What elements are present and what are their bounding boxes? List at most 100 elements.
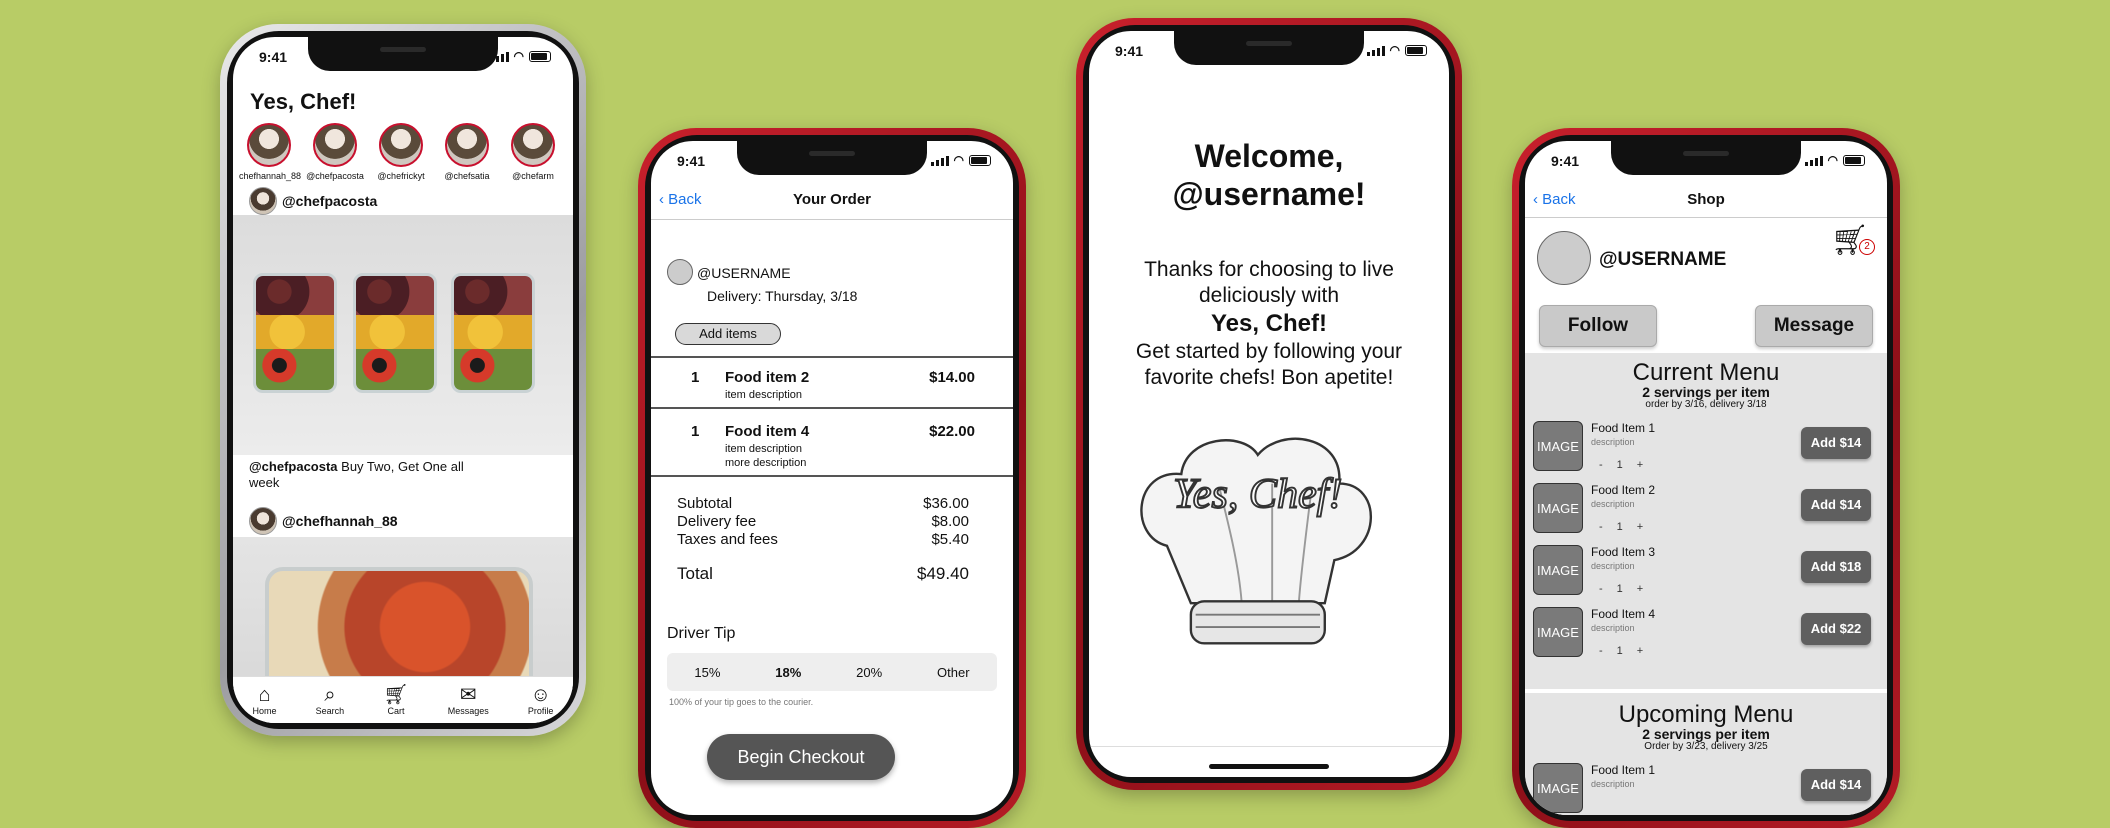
story-name: @chefsatia [444, 171, 490, 181]
signal-icon [490, 52, 509, 62]
item-image[interactable]: IMAGE [1533, 483, 1583, 533]
stories-row: chefhannah_88 @chefpacosta @chefrickyt @… [239, 123, 563, 181]
quantity-stepper[interactable]: - 1 + [1599, 459, 1643, 471]
avatar [247, 123, 291, 167]
plus-icon[interactable]: + [1637, 645, 1643, 657]
total-value: $49.40 [917, 564, 969, 583]
tab-home[interactable]: ⌂ Home [253, 684, 277, 716]
item-name: Food item 4 [725, 423, 810, 440]
tip-option-18[interactable]: 18% [775, 665, 801, 680]
follow-button[interactable]: Follow [1539, 305, 1657, 347]
story-item[interactable]: @chefpacosta [305, 123, 365, 181]
quantity-stepper[interactable]: - 1 + [1599, 521, 1643, 533]
minus-icon[interactable]: - [1599, 583, 1603, 595]
post-header[interactable]: @chefpacosta [249, 187, 377, 215]
delivery-fee-label: Delivery fee [677, 513, 757, 530]
username: @USERNAME [697, 265, 791, 281]
battery-icon [529, 51, 551, 62]
welcome-text: Thanks for choosing to live deliciously … [1144, 258, 1394, 307]
item-description: description [1591, 499, 1635, 509]
item-image[interactable]: IMAGE [1533, 421, 1583, 471]
tab-cart[interactable]: 🛒︎ Cart [383, 684, 408, 716]
signal-icon [930, 156, 949, 166]
post-image[interactable] [233, 537, 573, 715]
welcome-text: Get started by following your favorite c… [1135, 340, 1403, 389]
upcoming-menu-panel: Upcoming Menu 2 servings per item Order … [1525, 693, 1887, 815]
add-to-cart-button[interactable]: Add $14 [1801, 427, 1871, 459]
item-name: Food Item 1 [1591, 421, 1656, 435]
status-bar: 9:41 ◠ [1525, 153, 1887, 173]
menu-item: IMAGE Food Item 1 description - 1 + Add $1… [1533, 421, 1879, 477]
add-to-cart-button[interactable]: Add $22 [1801, 613, 1871, 645]
cart-icon[interactable]: 🛒︎ 2 [1831, 225, 1875, 257]
wifi-icon: ◠ [1389, 43, 1400, 57]
story-name: @chefarm [512, 171, 554, 181]
story-item[interactable]: @chefsatia [437, 123, 497, 181]
plus-icon[interactable]: + [1637, 583, 1643, 595]
caption-username[interactable]: @chefpacosta [249, 459, 338, 474]
message-button[interactable]: Message [1755, 305, 1873, 347]
tab-label: Home [252, 706, 277, 716]
quantity-stepper[interactable]: - 1 + [1599, 583, 1643, 595]
item-name: Food Item 2 [1591, 483, 1656, 497]
plus-icon[interactable]: + [1637, 459, 1643, 471]
add-to-cart-button[interactable]: Add $18 [1801, 551, 1871, 583]
minus-icon[interactable]: - [1599, 645, 1603, 657]
app-title: Yes, Chef! [250, 89, 357, 114]
hat-lettering: Yes, Chef! [1173, 472, 1342, 518]
quantity-value: 1 [1616, 645, 1623, 657]
status-time: 9:41 [1551, 153, 1580, 169]
item-image[interactable]: IMAGE [1533, 545, 1583, 595]
welcome-line-1: Welcome, [1194, 138, 1344, 174]
minus-icon[interactable]: - [1599, 521, 1603, 533]
post-image[interactable] [233, 215, 573, 455]
avatar[interactable] [1537, 231, 1591, 285]
avatar [379, 123, 423, 167]
order-screen: 9:41 ◠ ‹ Back Your Order @USERNAME Deliv… [651, 141, 1013, 815]
add-to-cart-button[interactable]: Add $14 [1801, 489, 1871, 521]
tab-profile[interactable]: ☺ Profile [528, 684, 554, 716]
avatar [445, 123, 489, 167]
begin-checkout-button[interactable]: Begin Checkout [707, 734, 895, 780]
add-to-cart-button[interactable]: Add $14 [1801, 769, 1871, 801]
minus-icon[interactable]: - [1599, 459, 1603, 471]
story-item[interactable]: @chefrickyt [371, 123, 431, 181]
divider [651, 407, 1013, 409]
story-item[interactable]: @chefarm [503, 123, 563, 181]
item-image[interactable]: IMAGE [1533, 763, 1583, 813]
chef-hat-logo: Yes, Chef! [1140, 437, 1372, 645]
item-image[interactable]: IMAGE [1533, 607, 1583, 657]
upcoming-menu-title: Upcoming Menu [1618, 701, 1794, 728]
tab-label: Cart [387, 706, 405, 716]
cart-icon: 🛒︎ [383, 684, 409, 706]
post-header[interactable]: @chefhannah_88 [249, 507, 398, 535]
home-indicator[interactable] [1209, 764, 1329, 769]
story-name: @chefpacosta [306, 171, 364, 181]
story-item[interactable]: chefhannah_88 [239, 123, 301, 181]
username: @USERNAME [1599, 249, 1727, 270]
person-icon: ☺ [530, 684, 551, 706]
wifi-icon: ◠ [513, 49, 524, 63]
nav-bar: ‹ Back Your Order [651, 181, 1013, 220]
tip-option-20[interactable]: 20% [856, 665, 882, 680]
welcome-screen: 9:41 ◠ Welcome, @username! Thanks for ch… [1089, 31, 1449, 777]
add-items-button[interactable]: Add items [675, 323, 781, 345]
current-menu-title: Current Menu [1632, 359, 1780, 386]
item-description: item description [725, 389, 803, 401]
subtotal-value: $36.00 [923, 495, 969, 512]
tab-search[interactable]: ⌕ Search [316, 684, 345, 716]
item-description: item description [725, 443, 803, 455]
shop-screen: 9:41 ◠ ‹ Back Shop @USERNAME 🛒︎ 2 Follow … [1525, 141, 1887, 815]
tip-option-other[interactable]: Other [937, 665, 970, 680]
plus-icon[interactable]: + [1637, 521, 1643, 533]
item-name: Food Item 4 [1591, 607, 1656, 621]
tip-option-15[interactable]: 15% [694, 665, 720, 680]
taxes-value: $5.40 [931, 531, 969, 548]
status-bar: 9:41 ◠ [1089, 43, 1449, 63]
quantity-stepper[interactable]: - 1 + [1599, 645, 1643, 657]
status-time: 9:41 [259, 49, 288, 65]
servings-note: 2 servings per item [1642, 726, 1770, 742]
meal-container [353, 273, 437, 393]
tab-messages[interactable]: ✉ Messages [448, 684, 489, 716]
brand-name: Yes, Chef! [1210, 310, 1328, 337]
